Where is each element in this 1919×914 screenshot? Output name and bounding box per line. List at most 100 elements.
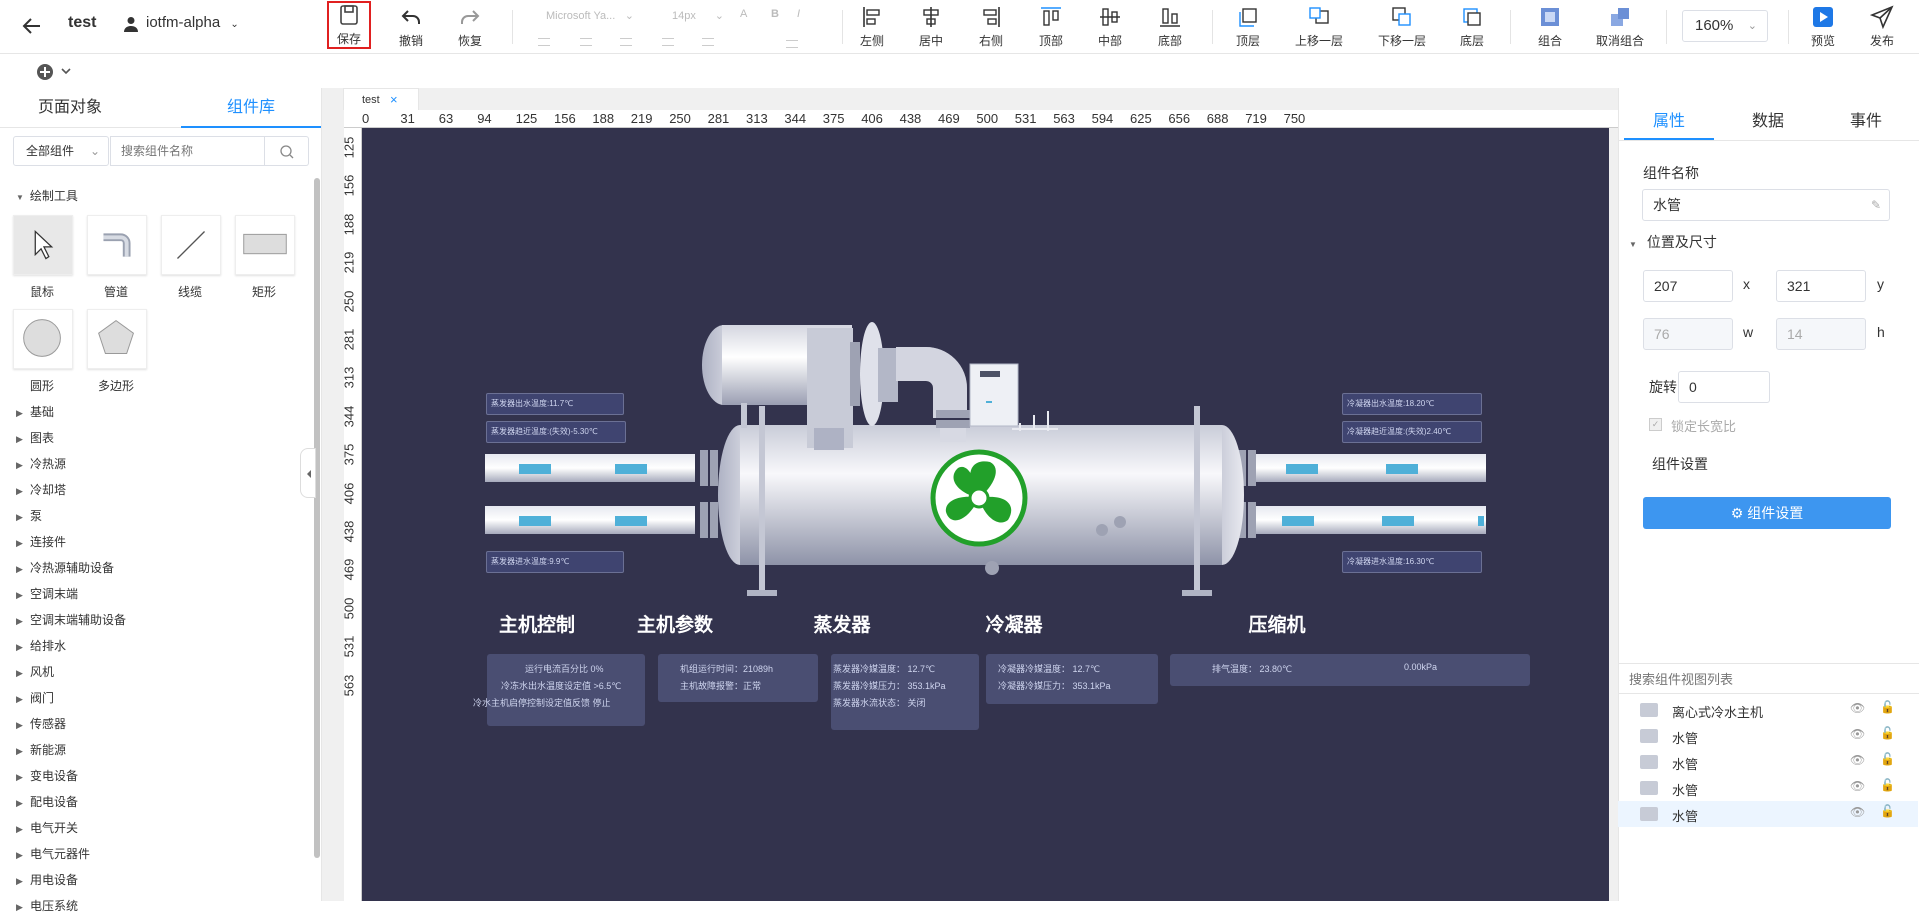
- lock-icon[interactable]: 🔓: [1880, 778, 1895, 792]
- category-item[interactable]: ▶ 图表: [16, 429, 54, 446]
- layer-item[interactable]: 水管 👁 🔓: [1618, 801, 1918, 827]
- canvas-stage[interactable]: 蒸发器出水温度:11.7℃ 蒸发器趋近温度:(失效)-5.30℃ 蒸发器进水温度:9…: [362, 128, 1609, 901]
- sensor-label[interactable]: 冷凝器出水温度:18.20℃: [1342, 393, 1482, 415]
- left-pipe-lower[interactable]: [485, 502, 718, 538]
- lock-icon[interactable]: 🔓: [1880, 726, 1895, 740]
- close-icon[interactable]: ×: [390, 89, 398, 111]
- category-item[interactable]: ▶ 风机: [16, 663, 54, 680]
- publish-button[interactable]: 发布: [1866, 0, 1898, 54]
- save-button[interactable]: 保存: [327, 1, 371, 49]
- text-align-right-icon[interactable]: [620, 38, 632, 46]
- category-item[interactable]: ▶ 空调末端: [16, 585, 78, 602]
- layer-item[interactable]: 水管 👁 🔓: [1618, 723, 1918, 749]
- lock-icon[interactable]: 🔓: [1880, 752, 1895, 766]
- category-item[interactable]: ▶ 电气开关: [16, 819, 78, 836]
- layer-search-input[interactable]: [1619, 666, 1919, 694]
- eye-icon[interactable]: 👁: [1850, 779, 1865, 793]
- edit-icon[interactable]: ✎: [1871, 190, 1881, 220]
- layer-item[interactable]: 水管 👁 🔓: [1618, 775, 1918, 801]
- preview-button[interactable]: 预览: [1806, 0, 1840, 54]
- sensor-label[interactable]: 冷凝器进水温度:16.30℃: [1342, 551, 1482, 573]
- redo-button[interactable]: 恢复: [452, 0, 488, 54]
- category-item[interactable]: ▶ 冷却塔: [16, 481, 66, 498]
- align-left-button[interactable]: 左侧: [856, 0, 888, 54]
- tab-properties[interactable]: 属性: [1624, 104, 1714, 140]
- sensor-label[interactable]: 蒸发器出水温度:11.7℃: [486, 393, 624, 415]
- left-pipe-upper[interactable]: [485, 450, 718, 486]
- valign-top-icon[interactable]: [662, 38, 674, 46]
- category-item[interactable]: ▶ 基础: [16, 403, 54, 420]
- align-top-button[interactable]: 顶部: [1035, 0, 1067, 54]
- sensor-label[interactable]: 冷凝器趋近温度:(失效)2.40℃: [1342, 421, 1482, 443]
- y-input[interactable]: 321: [1776, 270, 1866, 302]
- tab-events[interactable]: 事件: [1821, 104, 1911, 140]
- right-pipe-upper[interactable]: [1238, 450, 1486, 486]
- back-icon[interactable]: [20, 14, 44, 38]
- align-middle-button[interactable]: 中部: [1094, 0, 1126, 54]
- eye-icon[interactable]: 👁: [1850, 805, 1865, 819]
- tool-cable[interactable]: [161, 215, 221, 275]
- category-item[interactable]: ▶ 阀门: [16, 689, 54, 706]
- user-dropdown[interactable]: iotfm-alpha ⌄: [146, 14, 239, 31]
- ungroup-button[interactable]: 取消组合: [1594, 0, 1646, 54]
- align-bottom-button[interactable]: 底部: [1154, 0, 1186, 54]
- font-family-select[interactable]: Microsoft Ya... ⌄: [534, 6, 642, 26]
- align-center-button[interactable]: 居中: [915, 0, 947, 54]
- h-input[interactable]: 14: [1776, 318, 1866, 350]
- tab-component-library[interactable]: 组件库: [181, 88, 321, 128]
- layer-item[interactable]: 离心式冷水主机 👁 🔓: [1618, 697, 1918, 723]
- layer-bottom-button[interactable]: 底层: [1456, 0, 1488, 54]
- zoom-select[interactable]: 160% ⌄: [1682, 10, 1768, 42]
- layer-item[interactable]: 水管 👁 🔓: [1618, 749, 1918, 775]
- valign-bottom-icon[interactable]: [786, 40, 798, 48]
- tool-polygon[interactable]: [87, 309, 147, 369]
- eye-icon[interactable]: 👁: [1850, 753, 1865, 767]
- sensor-label[interactable]: 蒸发器趋近温度:(失效)-5.30℃: [486, 421, 626, 443]
- category-item[interactable]: ▶ 空调末端辅助设备: [16, 611, 126, 628]
- valign-middle-icon[interactable]: [702, 38, 714, 46]
- component-name-input[interactable]: 水管 ✎: [1642, 189, 1890, 221]
- w-input[interactable]: 76: [1643, 318, 1733, 350]
- position-size-section[interactable]: ▼ 位置及尺寸: [1629, 232, 1717, 252]
- italic-icon[interactable]: I: [797, 8, 800, 20]
- bold-icon[interactable]: B: [771, 8, 779, 20]
- category-item[interactable]: ▶ 电压系统: [16, 897, 78, 914]
- rotate-input[interactable]: 0: [1678, 371, 1770, 403]
- category-item[interactable]: ▶ 传感器: [16, 715, 66, 732]
- right-pipe-lower[interactable]: [1238, 502, 1486, 538]
- category-item[interactable]: ▶ 冷热源: [16, 455, 66, 472]
- layer-down-button[interactable]: 下移一层: [1376, 0, 1428, 54]
- category-item[interactable]: ▶ 连接件: [16, 533, 66, 550]
- tab-data[interactable]: 数据: [1723, 104, 1813, 140]
- component-settings-button[interactable]: ⚙ 组件设置: [1643, 497, 1891, 529]
- layer-top-button[interactable]: 顶层: [1232, 0, 1264, 54]
- control-box[interactable]: [969, 363, 1058, 431]
- tool-pipe[interactable]: [87, 215, 147, 275]
- collapse-left-handle[interactable]: [300, 448, 316, 498]
- eye-icon[interactable]: 👁: [1850, 727, 1865, 741]
- category-item[interactable]: ▶ 配电设备: [16, 793, 78, 810]
- font-color-icon[interactable]: A: [740, 8, 747, 20]
- add-page-button[interactable]: [36, 62, 76, 82]
- text-align-center-icon[interactable]: [580, 38, 592, 46]
- component-search-input[interactable]: [110, 136, 265, 166]
- tool-rectangle[interactable]: [235, 215, 295, 275]
- lock-icon[interactable]: 🔓: [1880, 700, 1895, 714]
- lock-icon[interactable]: 🔓: [1880, 804, 1895, 818]
- text-align-left-icon[interactable]: [538, 38, 550, 46]
- undo-button[interactable]: 撤销: [393, 0, 429, 54]
- eye-icon[interactable]: 👁: [1850, 701, 1865, 715]
- section-draw-tools[interactable]: ▼ 绘制工具: [16, 187, 78, 204]
- category-item[interactable]: ▶ 变电设备: [16, 767, 78, 784]
- lock-ratio-checkbox[interactable]: ✓: [1649, 418, 1662, 431]
- x-input[interactable]: 207: [1643, 270, 1733, 302]
- font-size-select[interactable]: 14px ⌄: [660, 6, 732, 26]
- left-scrollbar[interactable]: [314, 178, 320, 858]
- document-tab[interactable]: test ×: [343, 88, 419, 110]
- tool-circle[interactable]: [13, 309, 73, 369]
- category-item[interactable]: ▶ 冷热源辅助设备: [16, 559, 114, 576]
- layer-up-button[interactable]: 上移一层: [1293, 0, 1345, 54]
- category-item[interactable]: ▶ 电气元器件: [16, 845, 90, 862]
- category-item[interactable]: ▶ 泵: [16, 507, 42, 524]
- category-item[interactable]: ▶ 给排水: [16, 637, 66, 654]
